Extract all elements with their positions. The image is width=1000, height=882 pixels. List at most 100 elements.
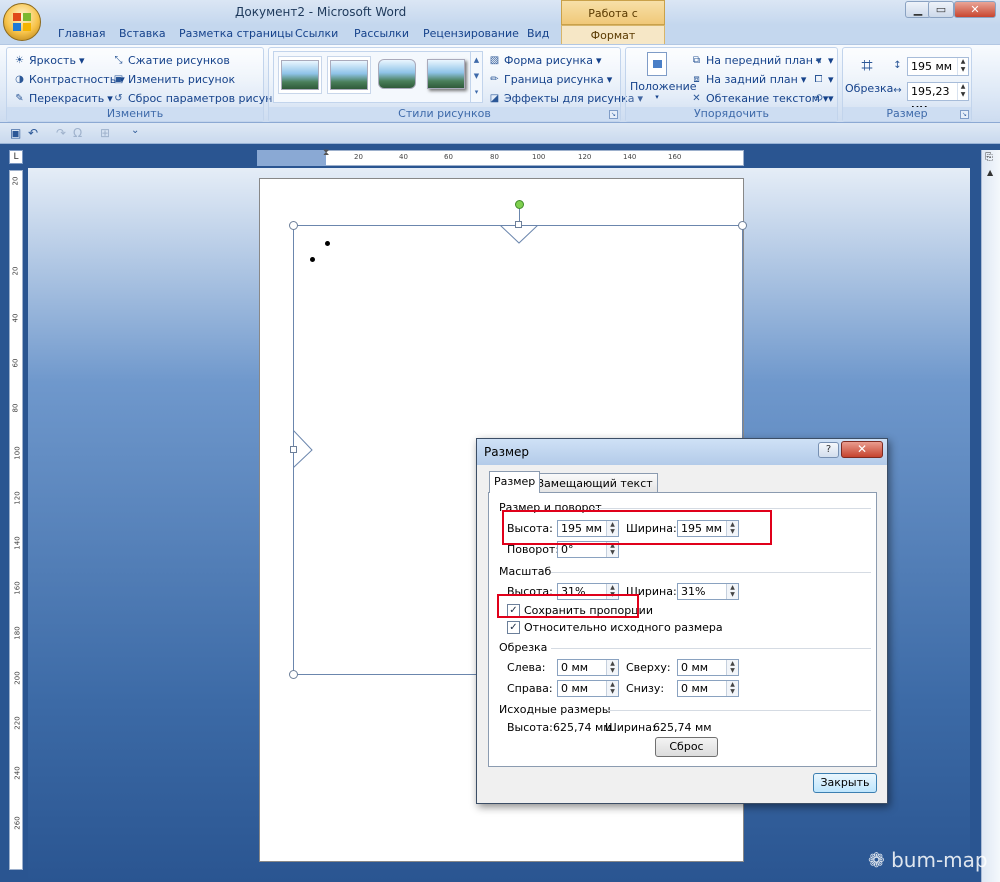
tab-mailings[interactable]: Рассылки (354, 27, 409, 40)
tab-page-layout[interactable]: Разметка страницы (179, 27, 293, 40)
resize-handle[interactable] (289, 221, 298, 230)
dialog-launcher-icon[interactable]: ↘ (609, 110, 618, 119)
orig-height-label: Высота: (507, 721, 553, 734)
vertical-ruler[interactable]: 20 20 40 60 80 100 120 140 160 180 200 2… (9, 170, 23, 870)
dialog-title-bar[interactable]: Размер ? ✕ (477, 439, 887, 465)
close-window-button[interactable]: ✕ (954, 1, 996, 18)
tab-size[interactable]: Размер (489, 471, 541, 493)
spinner-arrows-icon[interactable]: ▲ ▼ (957, 58, 968, 75)
table-icon[interactable]: ⊞ (100, 126, 110, 140)
save-icon[interactable]: ▣ (10, 126, 21, 140)
style-thumb[interactable] (278, 56, 322, 94)
tab-home[interactable]: Главная (58, 27, 106, 40)
picture-border-button[interactable]: ✏ Граница рисунка ▾ (488, 73, 612, 86)
rotation-handle[interactable] (515, 200, 524, 209)
ruler-toggle-icon[interactable]: ⎘ (985, 152, 993, 163)
style-thumb[interactable] (376, 56, 420, 94)
send-to-back-button[interactable]: ⧈ На задний план ▾ (690, 73, 806, 86)
spinner-arrows-icon[interactable]: ▲ ▼ (606, 681, 618, 696)
top-arrow-shape-icon (500, 225, 539, 244)
maximize-button[interactable]: ▭ (928, 1, 954, 18)
crop-left-input[interactable]: 0 мм ▲ ▼ (557, 659, 619, 676)
tab-insert[interactable]: Вставка (119, 27, 166, 40)
title-bar: Документ2 - Microsoft Word Работа с рису… (0, 0, 1000, 45)
bring-to-front-button[interactable]: ⧉ На передний план ▾ (690, 54, 822, 67)
style-thumb[interactable] (327, 56, 371, 94)
wrap-label: Обтекание текстом (706, 92, 820, 105)
gallery-scroll[interactable]: ▲ ▼ ▾ (470, 52, 482, 102)
tab-references[interactable]: Ссылки (295, 27, 338, 40)
contrast-button[interactable]: ◑ Контрастность ▾ (13, 73, 125, 86)
spinner-arrows-icon[interactable]: ▲ ▼ (726, 681, 738, 696)
position-icon (647, 52, 667, 76)
resize-handle[interactable] (290, 446, 297, 453)
scale-width-input[interactable]: 31% ▲ ▼ (677, 583, 739, 600)
change-picture-button[interactable]: ▣ Изменить рисунок (112, 73, 235, 86)
crop-right-value: 0 мм (561, 682, 589, 695)
crop-right-input[interactable]: 0 мм ▲ ▼ (557, 680, 619, 697)
scale-width-value: 31% (681, 585, 706, 598)
undo-icon[interactable]: ↶ (28, 126, 38, 140)
relative-original-label[interactable]: Относительно исходного размера (524, 621, 723, 634)
horizontal-ruler[interactable]: 20 20 40 60 80 100 120 140 160 (257, 150, 744, 166)
ruler-label: 40 (11, 313, 20, 323)
dropdown-arrow-icon: ▾ (655, 93, 659, 101)
spinner-arrows-icon[interactable]: ▲ ▼ (957, 83, 968, 100)
landscape-thumbnail (427, 59, 465, 89)
recolor-button[interactable]: ✎ Перекрасить ▾ (13, 92, 112, 105)
scroll-up-icon[interactable]: ▲ (987, 168, 993, 177)
redo-icon[interactable]: ↷ (56, 126, 66, 140)
tab-selector-icon[interactable]: L (9, 150, 23, 164)
picture-effects-button[interactable]: ◪Эффекты для рисунка▾ (488, 92, 643, 105)
crop-bottom-input[interactable]: 0 мм ▲ ▼ (677, 680, 739, 697)
tab-format[interactable]: Формат (561, 25, 665, 45)
dialog-help-button[interactable]: ? (818, 442, 839, 458)
office-button[interactable] (3, 3, 41, 41)
dropdown-arrow-icon: ▾ (828, 92, 834, 105)
picture-shape-button[interactable]: ▧ Форма рисунка ▾ (488, 54, 602, 67)
relative-original-checkbox[interactable]: ✓ (507, 621, 520, 634)
height-icon: ↕ (893, 60, 902, 71)
spinner-arrows-icon[interactable]: ▲ ▼ (606, 660, 618, 675)
group-size: ⌗ Обрезка ↕ 195 мм ▲▼ ↔ 195,23 мм▲▼ Разме… (842, 47, 972, 122)
spinner-arrows-icon[interactable]: ▲ ▼ (726, 660, 738, 675)
group-adjust: ☀ Яркость ▾ ◑ Контрастность ▾ ✎ Перекрасить ▾ … (6, 47, 286, 122)
vertical-scrollbar[interactable]: ⎘ ▲ (981, 150, 1000, 882)
shape-width-input[interactable]: 195,23 мм▲▼ (907, 82, 969, 115)
resize-handle[interactable] (289, 670, 298, 679)
align-button[interactable]: ⫷ ▾ (812, 54, 834, 67)
position-button[interactable]: Положение ▾ (630, 52, 697, 107)
styles-gallery[interactable]: ▲ ▼ ▾ (273, 51, 483, 103)
dialog-launcher-icon[interactable]: ↘ (960, 110, 969, 119)
rotate-button[interactable]: ⟲ ▾ (812, 92, 834, 105)
ribbon: ☀ Яркость ▾ ◑ Контрастность ▾ ✎ Перекрасить ▾ … (0, 44, 1000, 123)
indent-marker-icon[interactable]: ⧗ (323, 148, 329, 158)
style-thumb[interactable] (425, 56, 469, 94)
landscape-thumbnail (330, 60, 368, 90)
dialog-close-button[interactable]: ✕ (841, 441, 883, 458)
customize-qat-icon[interactable]: ⌄ (131, 125, 139, 136)
shape-height-value: 195 мм (911, 60, 953, 73)
compress-pictures-button[interactable]: ⤡ Сжатие рисунков (112, 54, 230, 67)
text-wrapping-button[interactable]: ✕ Обтекание текстом ▾ (690, 92, 828, 105)
group-label: Размер (843, 107, 971, 121)
close-button[interactable]: Закрыть (813, 773, 877, 793)
symbol-icon[interactable]: Ω (73, 126, 82, 140)
align-icon: ⫷ (815, 55, 822, 66)
shape-height-input[interactable]: 195 мм ▲ ▼ (907, 57, 969, 76)
tab-view[interactable]: Вид (527, 27, 549, 40)
tab-review[interactable]: Рецензирование (423, 27, 519, 40)
reset-button[interactable]: Сброс (655, 737, 718, 757)
crop-top-input[interactable]: 0 мм ▲ ▼ (677, 659, 739, 676)
resize-handle[interactable] (515, 221, 522, 228)
brightness-button[interactable]: ☀ Яркость ▾ (13, 54, 84, 67)
resize-handle[interactable] (738, 221, 747, 230)
tab-alt-text[interactable]: Замещающий текст (532, 473, 658, 493)
group-button[interactable]: ⧠ ▾ (812, 73, 834, 86)
size-dialog: Размер ? ✕ Размер Замещающий текст Разме… (476, 438, 888, 804)
spinner-arrows-icon[interactable]: ▲ ▼ (726, 584, 738, 599)
brightness-label: Яркость (29, 54, 76, 67)
crop-button[interactable]: ⌗ Обрезка (845, 52, 893, 104)
ruler-label: 140 (13, 536, 22, 550)
reset-picture-button[interactable]: ↺ Сброс параметров рисунка (112, 92, 286, 105)
